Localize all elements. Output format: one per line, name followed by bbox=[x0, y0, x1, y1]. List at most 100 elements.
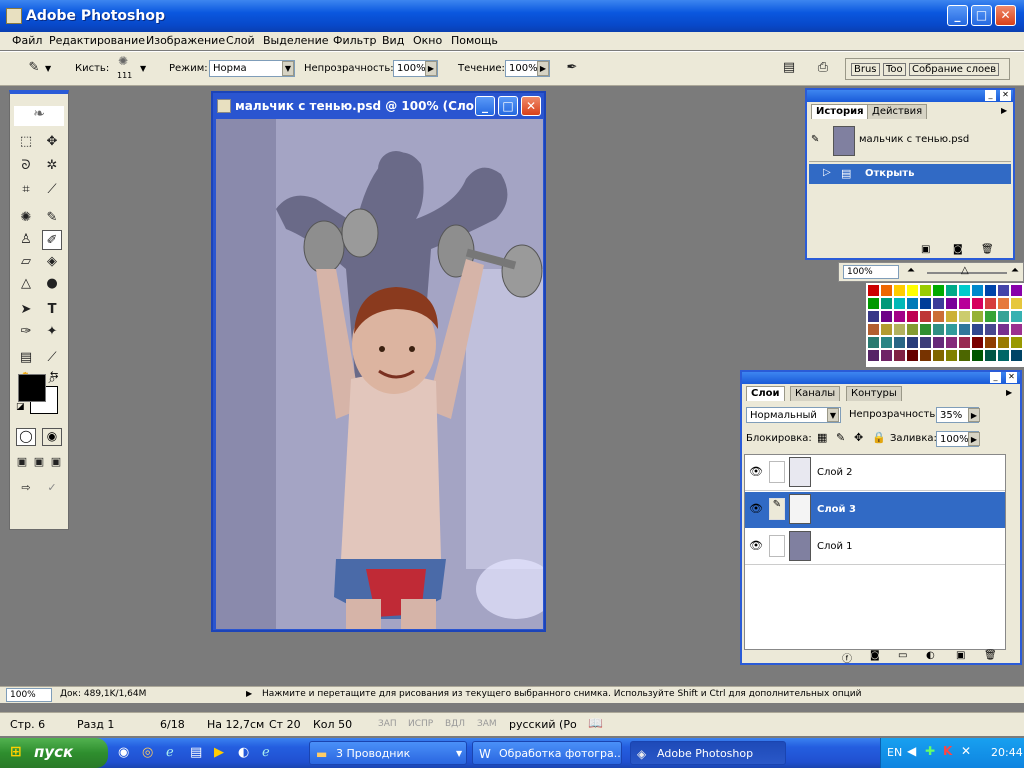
color-swatch[interactable] bbox=[868, 311, 879, 322]
zoom-out-icon[interactable]: ⏶ bbox=[907, 265, 915, 276]
visibility-eye-icon[interactable]: 👁 bbox=[749, 539, 763, 552]
preset-dropdown-icon[interactable]: ▼ bbox=[45, 64, 51, 73]
brush-dropdown-icon[interactable]: ▼ bbox=[140, 64, 146, 73]
rec-indicator[interactable]: ЗАП bbox=[378, 719, 397, 729]
color-swatch[interactable] bbox=[868, 337, 879, 348]
tray-expand-icon[interactable]: ◀ bbox=[907, 744, 916, 758]
color-swatch[interactable] bbox=[998, 311, 1009, 322]
start-button[interactable]: ⊞ пуск bbox=[0, 738, 108, 768]
layers-trash-icon[interactable]: 🗑 bbox=[984, 650, 997, 661]
standard-mode-icon[interactable]: ◯ bbox=[16, 428, 36, 446]
quicklaunch-icon-6[interactable]: ◐ bbox=[238, 745, 249, 760]
image-canvas[interactable] bbox=[216, 119, 543, 629]
menu-filter[interactable]: Фильтр bbox=[333, 34, 377, 47]
taskbar-photoshop[interactable]: ◈ Adobe Photoshop bbox=[630, 741, 786, 765]
history-brush-preset-icon[interactable]: ✎ bbox=[24, 58, 44, 78]
custom-shape-tool-icon[interactable]: ✦ bbox=[42, 322, 62, 342]
color-swatch[interactable] bbox=[881, 285, 892, 296]
color-swatch[interactable] bbox=[998, 324, 1009, 335]
well-tab-layer-comps[interactable]: Собрание слоев bbox=[909, 63, 1000, 76]
color-swatch[interactable] bbox=[972, 311, 983, 322]
tab-channels[interactable]: Каналы bbox=[790, 386, 841, 401]
color-swatch[interactable] bbox=[907, 337, 918, 348]
lock-position-icon[interactable]: ✥ bbox=[854, 431, 863, 444]
color-swatch[interactable] bbox=[894, 324, 905, 335]
notes-tool-icon[interactable]: ▤ bbox=[16, 348, 36, 368]
brush-preview-icon[interactable]: ✺ bbox=[118, 54, 128, 68]
color-swatch[interactable] bbox=[933, 350, 944, 361]
airbrush-icon[interactable]: ✒ bbox=[562, 58, 582, 78]
tray-volume-icon[interactable]: ✕ bbox=[961, 744, 971, 758]
color-swatch[interactable] bbox=[998, 350, 1009, 361]
color-swatch[interactable] bbox=[894, 311, 905, 322]
color-swatch[interactable] bbox=[959, 285, 970, 296]
link-box[interactable] bbox=[769, 535, 785, 557]
full-screen-icon[interactable]: ▣ bbox=[46, 452, 66, 472]
lock-pixels-icon[interactable]: ✎ bbox=[836, 431, 845, 444]
overtype-indicator[interactable]: ЗАМ bbox=[477, 719, 497, 729]
color-swatch[interactable] bbox=[972, 350, 983, 361]
color-swatch[interactable] bbox=[920, 298, 931, 309]
language-bar[interactable]: EN bbox=[887, 746, 902, 759]
visibility-eye-icon[interactable]: 👁 bbox=[749, 465, 763, 478]
zoom-in-icon[interactable]: ⏶ bbox=[1011, 265, 1019, 276]
quicklaunch-icon-7[interactable]: ℯ bbox=[262, 745, 270, 760]
color-swatch[interactable] bbox=[920, 311, 931, 322]
path-selection-tool-icon[interactable]: ➤ bbox=[16, 300, 36, 320]
menu-file[interactable]: Файл bbox=[12, 34, 42, 47]
color-swatch[interactable] bbox=[881, 324, 892, 335]
menu-select[interactable]: Выделение bbox=[263, 34, 329, 47]
layer-row[interactable]: 👁 Слой 2 bbox=[745, 455, 1005, 491]
color-swatch[interactable] bbox=[1011, 324, 1022, 335]
foreground-color-swatch[interactable] bbox=[18, 374, 46, 402]
color-swatch[interactable] bbox=[894, 298, 905, 309]
lock-all-icon[interactable]: 🔒 bbox=[872, 431, 886, 444]
quicklaunch-icon-4[interactable]: ▤ bbox=[190, 745, 202, 760]
color-swatch[interactable] bbox=[972, 337, 983, 348]
color-swatch[interactable] bbox=[933, 324, 944, 335]
eyedropper-tool-icon[interactable]: ⟋ bbox=[42, 348, 62, 368]
blur-tool-icon[interactable]: △ bbox=[16, 274, 36, 294]
slice-tool-icon[interactable]: ⟋ bbox=[42, 180, 62, 200]
color-swatch[interactable] bbox=[868, 285, 879, 296]
ie-icon[interactable]: ℯ bbox=[166, 745, 174, 760]
doc-maximize-button[interactable]: □ bbox=[498, 96, 518, 116]
color-swatch[interactable] bbox=[868, 324, 879, 335]
taskbar-explorer[interactable]: ▬ 3 Проводник ▼ bbox=[309, 741, 467, 765]
color-swatch[interactable] bbox=[933, 298, 944, 309]
history-brush-tool-icon[interactable]: ✐ bbox=[42, 230, 62, 250]
color-swatch[interactable] bbox=[920, 337, 931, 348]
color-swatch[interactable] bbox=[920, 324, 931, 335]
clone-stamp-tool-icon[interactable]: ♙ bbox=[16, 230, 36, 250]
color-swatch[interactable] bbox=[1011, 337, 1022, 348]
color-swatch[interactable] bbox=[1011, 298, 1022, 309]
new-document-from-state-icon[interactable]: ▣ bbox=[921, 244, 930, 255]
color-swatch[interactable] bbox=[907, 350, 918, 361]
crop-tool-icon[interactable]: ⌗ bbox=[16, 180, 36, 200]
color-swatch[interactable] bbox=[946, 324, 957, 335]
color-swatch[interactable] bbox=[907, 324, 918, 335]
color-swatch[interactable] bbox=[933, 285, 944, 296]
brush-edit-icon[interactable]: ✎ bbox=[769, 498, 785, 520]
color-swatch[interactable] bbox=[881, 337, 892, 348]
menu-window[interactable]: Окно bbox=[413, 34, 442, 47]
history-close-icon[interactable]: ✕ bbox=[1000, 90, 1011, 101]
eraser-tool-icon[interactable]: ▱ bbox=[16, 252, 36, 272]
visibility-eye-icon[interactable]: 👁 bbox=[749, 502, 763, 515]
doc-minimize-button[interactable]: _ bbox=[475, 96, 495, 116]
file-browser-icon[interactable]: ▤ bbox=[779, 58, 799, 78]
track-indicator[interactable]: ИСПР bbox=[408, 719, 433, 729]
color-swatch[interactable] bbox=[959, 337, 970, 348]
color-swatch[interactable] bbox=[985, 311, 996, 322]
color-swatch[interactable] bbox=[946, 311, 957, 322]
taskbar-word[interactable]: W Обработка фотогра... bbox=[472, 741, 622, 765]
color-swatch[interactable] bbox=[933, 311, 944, 322]
pen-tool-icon[interactable]: ✑ bbox=[16, 322, 36, 342]
spelling-status-icon[interactable]: 📖 bbox=[588, 716, 603, 730]
layer-row-selected[interactable]: 👁 ✎ Слой 3 bbox=[745, 492, 1005, 528]
color-swatch[interactable] bbox=[985, 324, 996, 335]
color-swatch[interactable] bbox=[959, 298, 970, 309]
color-swatch[interactable] bbox=[972, 285, 983, 296]
maximize-button[interactable]: □ bbox=[971, 5, 992, 26]
color-swatch[interactable] bbox=[998, 337, 1009, 348]
